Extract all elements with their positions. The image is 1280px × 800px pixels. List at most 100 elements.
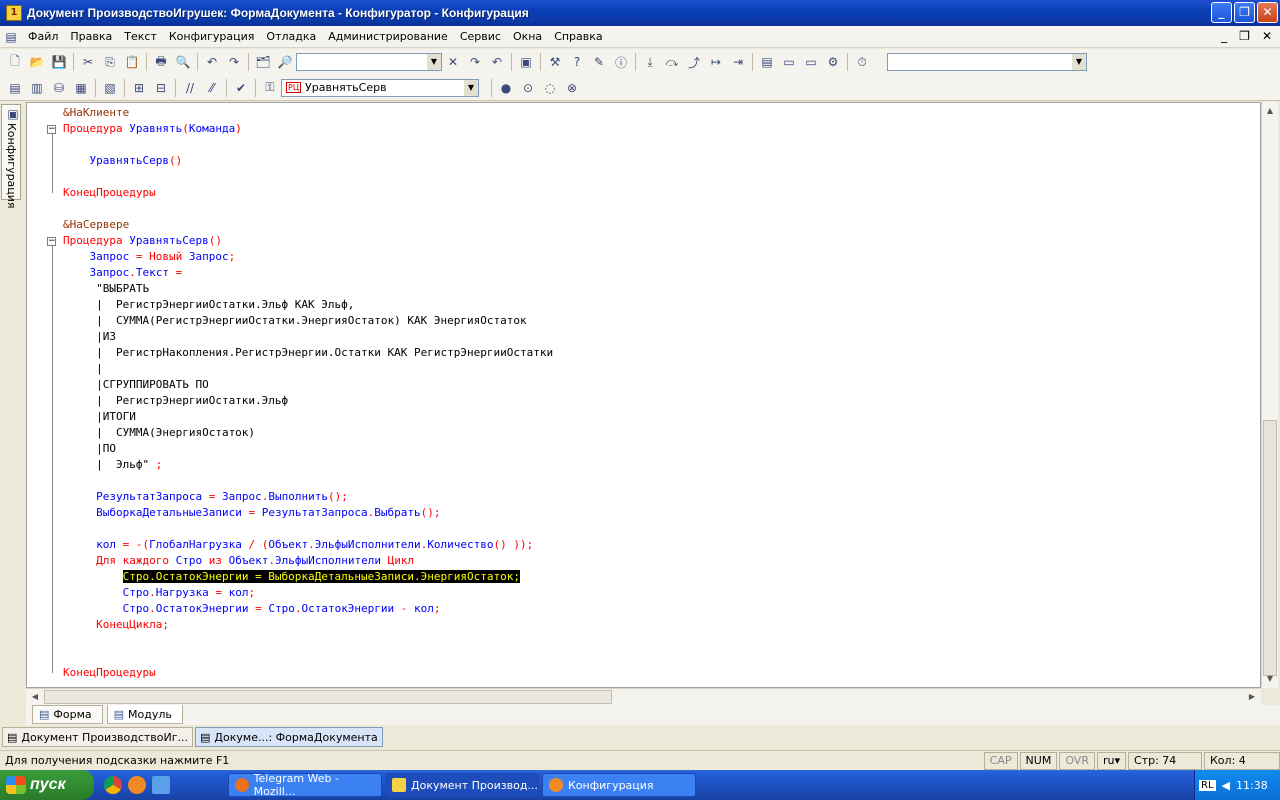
code-line[interactable]: Стро.Нагрузка = кол; bbox=[63, 585, 553, 601]
code-line[interactable]: |СГРУППИРОВАТЬ ПО bbox=[63, 377, 553, 393]
window-icon[interactable]: ▭ bbox=[780, 53, 798, 71]
restore-button[interactable]: ❐ bbox=[1234, 2, 1255, 23]
code-line[interactable]: | СУММА(ЭнергияОстаток) bbox=[63, 425, 553, 441]
desktop-icon[interactable] bbox=[152, 776, 170, 794]
mdi-minimize-button[interactable]: _ bbox=[1221, 29, 1227, 43]
code-line[interactable]: &НаКлиенте bbox=[63, 105, 553, 121]
undo-icon[interactable]: ↶ bbox=[203, 53, 221, 71]
vertical-scroll-thumb[interactable] bbox=[1263, 420, 1277, 676]
code-line[interactable]: &НаСервере bbox=[63, 217, 553, 233]
code-line[interactable] bbox=[63, 521, 553, 537]
scroll-down-icon[interactable]: ▼ bbox=[1263, 672, 1277, 686]
horizontal-scroll-thumb[interactable] bbox=[44, 690, 612, 704]
code-line[interactable]: ВыборкаДетальныеЗаписи = РезультатЗапрос… bbox=[63, 505, 553, 521]
code-editor[interactable]: − − &НаКлиенте Процедура Уравнять(Команда… bbox=[26, 102, 1261, 688]
minimize-button[interactable]: _ bbox=[1211, 2, 1232, 23]
syntax-assistant-icon[interactable]: ⚒ bbox=[546, 53, 564, 71]
tab-module[interactable]: ▤ Модуль bbox=[106, 705, 183, 724]
fold-toggle-icon[interactable]: − bbox=[47, 237, 56, 246]
new-icon[interactable]: 🗋 bbox=[6, 53, 24, 71]
code-line[interactable]: КонецПроцедуры bbox=[63, 185, 553, 201]
dialog-icon[interactable]: ▭ bbox=[802, 53, 820, 71]
code-line[interactable]: КонецЦикла; bbox=[63, 617, 553, 633]
code-line[interactable]: Стро.ОстатокЭнергии = Стро.ОстатокЭнерги… bbox=[63, 601, 553, 617]
code-line[interactable]: Процедура Уравнять(Команда) bbox=[63, 121, 553, 137]
debug-step-over-icon[interactable]: ⤼ bbox=[663, 53, 681, 71]
code-line[interactable] bbox=[63, 201, 553, 217]
config-search-combo[interactable]: ▼ bbox=[887, 53, 1087, 71]
code-line[interactable] bbox=[63, 633, 553, 649]
code-text[interactable]: &НаКлиенте Процедура Уравнять(Команда) Ур… bbox=[63, 105, 553, 681]
status-lang[interactable]: ru ▾ bbox=[1096, 751, 1126, 770]
menu-edit[interactable]: Правка bbox=[64, 30, 118, 43]
horizontal-scrollbar[interactable]: ◀ ▶ bbox=[26, 688, 1261, 705]
find-in-files-icon[interactable]: 🗂 bbox=[254, 53, 272, 71]
menu-configuration[interactable]: Конфигурация bbox=[163, 30, 261, 43]
close-button[interactable]: ✕ bbox=[1257, 2, 1278, 23]
menu-service[interactable]: Сервис bbox=[454, 30, 507, 43]
menu-administration[interactable]: Администрирование bbox=[322, 30, 454, 43]
code-line[interactable] bbox=[63, 137, 553, 153]
debug-continue-icon[interactable]: ⇥ bbox=[729, 53, 747, 71]
breakpoint-list-icon[interactable]: ⊙ bbox=[519, 79, 537, 97]
title-bar[interactable]: 1 Документ ПроизводствоИгрушек: ФормаДок… bbox=[0, 0, 1280, 26]
tray-back-icon[interactable]: ◀ bbox=[1222, 779, 1230, 792]
find-prev-icon[interactable]: ↶ bbox=[488, 53, 506, 71]
configuration-sidetab[interactable]: ▣ Конфигурация bbox=[1, 104, 21, 209]
expand-icon[interactable]: ⊞ bbox=[130, 79, 148, 97]
code-line[interactable]: РезультатЗапроса = Запрос.Выполнить(); bbox=[63, 489, 553, 505]
disable-breakpoint-icon[interactable]: ◌ bbox=[541, 79, 559, 97]
search-combo[interactable]: ▼ bbox=[296, 53, 442, 71]
comment-icon[interactable]: // bbox=[181, 79, 199, 97]
print-icon[interactable]: 🖶 bbox=[152, 53, 170, 71]
procedure-combo[interactable]: PЦ УравнятьСерв ▼ bbox=[281, 78, 479, 97]
collapse-icon[interactable]: ⊟ bbox=[152, 79, 170, 97]
find-next-icon[interactable]: ↷ bbox=[466, 53, 484, 71]
code-line[interactable]: | СУММА(РегистрЭнергииОстатки.ЭнергияОст… bbox=[63, 313, 553, 329]
clear-search-icon[interactable]: ✕ bbox=[444, 53, 462, 71]
code-line[interactable]: | Эльф" ; bbox=[63, 457, 553, 473]
clear-breakpoints-icon[interactable]: ⊗ bbox=[563, 79, 581, 97]
stopwatch-icon[interactable]: ⏱ bbox=[853, 53, 871, 71]
tab-form[interactable]: ▤ Форма bbox=[32, 705, 103, 724]
fold-toggle-icon[interactable]: − bbox=[47, 125, 56, 134]
code-line[interactable]: Запрос = Новый Запрос; bbox=[63, 249, 553, 265]
menu-debug[interactable]: Отладка bbox=[260, 30, 322, 43]
list-icon[interactable]: ▦ bbox=[72, 79, 90, 97]
module-icon[interactable]: ▤ bbox=[6, 79, 24, 97]
task-configuration[interactable]: Конфигурация bbox=[542, 773, 696, 797]
cut-icon[interactable]: ✂ bbox=[79, 53, 97, 71]
mdi-close-button[interactable]: ✕ bbox=[1262, 29, 1272, 43]
redo-icon[interactable]: ↷ bbox=[225, 53, 243, 71]
form-icon[interactable]: ▤ bbox=[758, 53, 776, 71]
code-line[interactable]: Для каждого Стро из Объект.ЭльфыИсполнит… bbox=[63, 553, 553, 569]
menu-file[interactable]: Файл bbox=[22, 30, 64, 43]
scroll-left-icon[interactable]: ◀ bbox=[28, 690, 42, 704]
menu-app-icon[interactable]: ▤ bbox=[2, 28, 20, 46]
code-line[interactable]: |ПО bbox=[63, 441, 553, 457]
procedures-list-icon[interactable]: ⚿ bbox=[261, 79, 279, 97]
tray-language[interactable]: RL bbox=[1199, 779, 1216, 791]
open-icon[interactable]: 📂 bbox=[28, 53, 46, 71]
code-line[interactable]: УравнятьСерв() bbox=[63, 153, 553, 169]
code-line[interactable] bbox=[63, 169, 553, 185]
code-line[interactable]: | РегистрНакопления.РегистрЭнергии.Остат… bbox=[63, 345, 553, 361]
debug-run-to-cursor-icon[interactable]: ↦ bbox=[707, 53, 725, 71]
print-preview-icon[interactable]: 🔍 bbox=[174, 53, 192, 71]
code-line[interactable] bbox=[63, 473, 553, 489]
menu-windows[interactable]: Окна bbox=[507, 30, 548, 43]
code-line[interactable]: Запрос.Текст = bbox=[63, 265, 553, 281]
task-telegram[interactable]: Telegram Web - Mozill... bbox=[228, 772, 382, 798]
code-line[interactable] bbox=[63, 649, 553, 665]
code-line[interactable]: Процедура УравнятьСерв() bbox=[63, 233, 553, 249]
notes-icon[interactable]: ✎ bbox=[590, 53, 608, 71]
code-line[interactable]: | РегистрЭнергииОстатки.Эльф КАК Эльф, bbox=[63, 297, 553, 313]
save-icon[interactable]: 💾 bbox=[50, 53, 68, 71]
windows-icon[interactable]: ▣ bbox=[517, 53, 535, 71]
scroll-right-icon[interactable]: ▶ bbox=[1245, 690, 1259, 704]
chevron-down-icon[interactable]: ▼ bbox=[427, 54, 441, 70]
syntax-check-icon[interactable]: ✔ bbox=[232, 79, 250, 97]
menu-text[interactable]: Текст bbox=[118, 30, 163, 43]
window-tab-document[interactable]: ▤ Документ ПроизводствоИг... bbox=[2, 727, 194, 747]
code-line[interactable]: |ИЗ bbox=[63, 329, 553, 345]
